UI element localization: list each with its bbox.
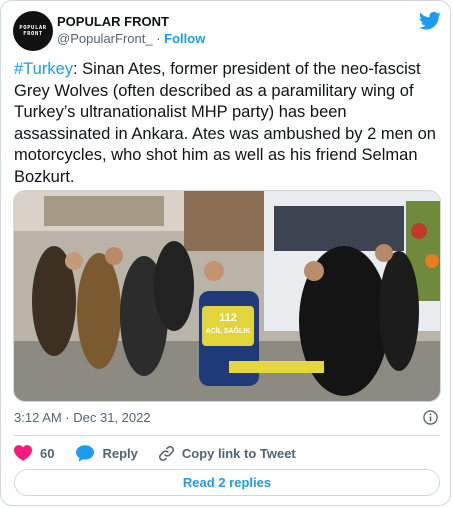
copy-link-button[interactable]: Copy link to Tweet bbox=[158, 445, 296, 462]
tweet-timestamp[interactable]: 3:12 AM · Dec 31, 2022 bbox=[14, 410, 151, 425]
hashtag-link[interactable]: #Turkey bbox=[14, 60, 73, 78]
reply-button[interactable]: Reply bbox=[76, 444, 138, 462]
read-replies-button[interactable]: Read 2 replies bbox=[14, 469, 440, 496]
follow-button[interactable]: Follow bbox=[164, 31, 205, 46]
crime-scene-photo: 112 ACİL SAĞLIK bbox=[14, 191, 440, 401]
tweet-photo[interactable]: 112 ACİL SAĞLIK bbox=[13, 190, 441, 402]
logo-line-2: FRONT bbox=[23, 31, 43, 37]
author-handle[interactable]: @PopularFront_ bbox=[57, 31, 153, 46]
vest-text: ACİL SAĞLIK bbox=[206, 326, 251, 335]
heart-icon bbox=[14, 445, 32, 461]
tweet-body: : Sinan Ates, former president of the ne… bbox=[14, 60, 436, 186]
tweet-card: POPULAR FRONT POPULAR FRONT @PopularFron… bbox=[0, 0, 451, 506]
separator: · bbox=[156, 31, 161, 46]
copy-link-label: Copy link to Tweet bbox=[181, 445, 296, 461]
link-icon bbox=[158, 445, 174, 461]
like-button[interactable]: 60 bbox=[14, 445, 54, 461]
speech-bubble-icon bbox=[76, 444, 95, 462]
like-count: 60 bbox=[40, 445, 55, 461]
twitter-bird-icon[interactable] bbox=[419, 11, 441, 31]
author-handle-row: @PopularFront_ · Follow bbox=[57, 31, 205, 46]
tweet-text: #Turkey: Sinan Ates, former president of… bbox=[14, 59, 439, 188]
avatar[interactable]: POPULAR FRONT bbox=[13, 11, 53, 51]
divider bbox=[14, 435, 440, 436]
info-icon[interactable] bbox=[423, 410, 438, 425]
author-name[interactable]: POPULAR FRONT bbox=[57, 14, 169, 29]
tweet-actions: 60 Reply Copy link to Tweet bbox=[14, 443, 296, 463]
reply-label: Reply bbox=[102, 445, 138, 461]
vest-number: 112 bbox=[219, 312, 237, 324]
